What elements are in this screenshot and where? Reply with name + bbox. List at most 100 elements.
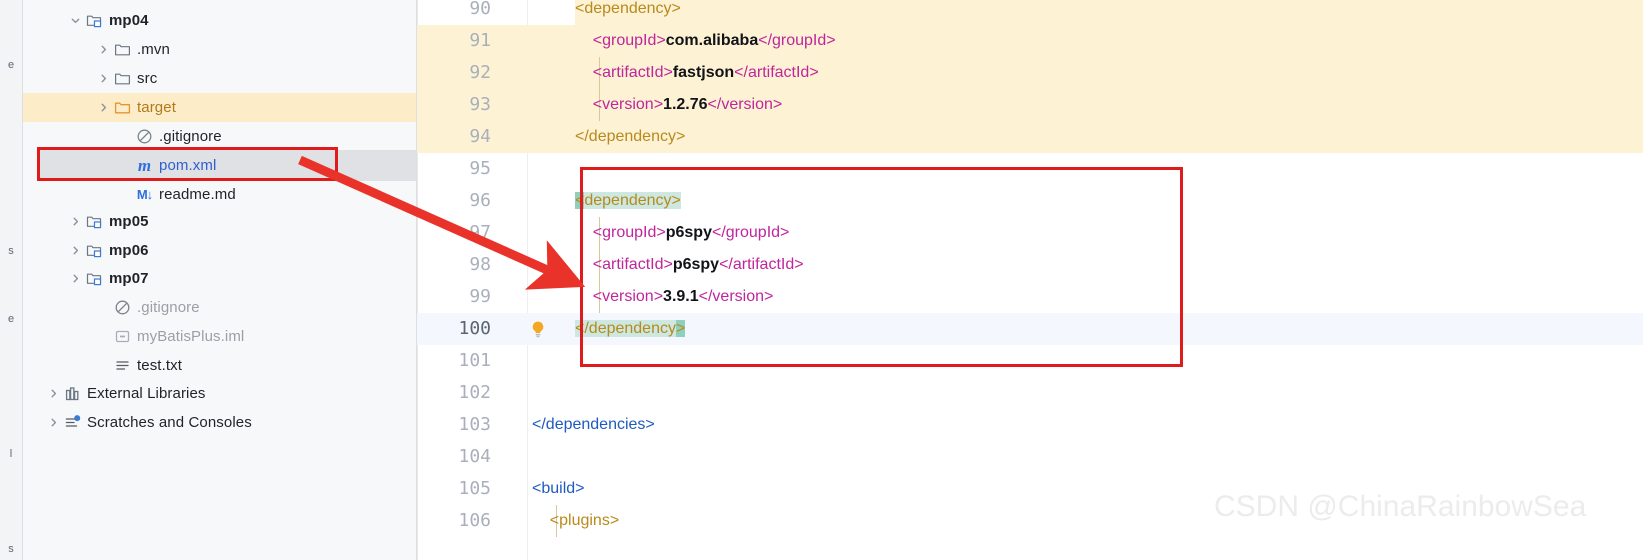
line-number: 104	[458, 446, 491, 467]
code-block-highlight	[575, 0, 1643, 25]
tree-item-label: target	[137, 99, 176, 116]
line-number: 106	[458, 510, 491, 531]
chevron-right-icon[interactable]	[69, 215, 82, 228]
twisty-placeholder	[97, 359, 110, 372]
tree-item-src[interactable]: src	[23, 64, 416, 93]
line-number: 101	[458, 350, 491, 371]
code-text[interactable]: <dependency>	[575, 0, 681, 25]
tool-strip-label[interactable]: l	[0, 449, 22, 460]
tree-item-label: mp05	[109, 213, 149, 230]
chevron-right-icon[interactable]	[69, 272, 82, 285]
tree-item-label: .mvn	[137, 41, 170, 58]
intention-bulb-icon[interactable]	[529, 320, 547, 338]
code-token: <plugins>	[532, 512, 620, 529]
chevron-right-icon[interactable]	[69, 244, 82, 257]
code-token: </dependency>	[575, 128, 686, 145]
code-token: <dependency>	[575, 0, 681, 17]
gitignore-icon	[114, 299, 131, 316]
code-token: fastjson	[672, 64, 735, 81]
tool-strip-label[interactable]: e	[0, 60, 22, 71]
tree-item-label: Scratches and Consoles	[87, 414, 252, 431]
tree-item-test-txt[interactable]: test.txt	[23, 351, 416, 380]
line-number: 102	[458, 382, 491, 403]
folder-icon	[114, 70, 131, 87]
tool-strip-label[interactable]: e	[0, 314, 22, 325]
line-number: 92	[469, 62, 491, 83]
code-token: <build>	[532, 480, 585, 497]
tree-item-mp05[interactable]: mp05	[23, 207, 416, 236]
module-folder-icon	[86, 270, 103, 287]
tool-strip-label[interactable]: s	[0, 246, 22, 257]
line-number: 93	[469, 94, 491, 115]
twisty-placeholder	[97, 330, 110, 343]
code-token: </dependencies>	[532, 416, 655, 433]
annotation-box-dependency	[580, 167, 1183, 367]
module-folder-icon	[86, 242, 103, 259]
twisty-placeholder	[97, 301, 110, 314]
library-icon	[64, 385, 81, 402]
chevron-right-icon[interactable]	[47, 416, 60, 429]
project-tree-panel[interactable]: mp04 .mvn src target .gitignore m pom.xml M↓ rea…	[23, 0, 417, 560]
chevron-right-icon[interactable]	[47, 387, 60, 400]
screenshot-root: e s e l s mp04 .mvn src target .gitignore m po…	[0, 0, 1643, 560]
code-text[interactable]: <version>1.2.76</version>	[575, 89, 782, 121]
line-number: 99	[469, 286, 491, 307]
tree-item-readme-md[interactable]: M↓ readme.md	[23, 180, 416, 209]
code-token: </version>	[707, 96, 783, 113]
tree-item-mp04[interactable]: mp04	[23, 6, 416, 35]
line-number: 98	[469, 254, 491, 275]
code-token: </artifactId>	[734, 64, 819, 81]
code-text[interactable]: <groupId>com.alibaba</groupId>	[575, 25, 836, 57]
code-text[interactable]: <plugins>	[532, 505, 619, 537]
text-file-icon	[114, 357, 131, 374]
tree-item-label: .gitignore	[137, 299, 200, 316]
csdn-watermark: CSDN @ChinaRainbowSea	[1214, 490, 1587, 523]
code-text[interactable]: <artifactId>fastjson</artifactId>	[575, 57, 819, 89]
tree-item-target[interactable]: target	[23, 93, 416, 122]
line-number: 95	[469, 158, 491, 179]
tree-item-label: mp06	[109, 242, 149, 259]
chevron-right-icon[interactable]	[97, 72, 110, 85]
code-text[interactable]: <build>	[532, 473, 585, 505]
annotation-box-pom-xml	[37, 147, 338, 181]
tree-item-scratches-and-consoles[interactable]: Scratches and Consoles	[23, 408, 416, 437]
tree-item-label: External Libraries	[87, 385, 206, 402]
tree-item-mybatisplus-iml[interactable]: myBatisPlus.iml	[23, 322, 416, 351]
iml-icon	[114, 328, 131, 345]
line-number: 96	[469, 190, 491, 211]
folder-orange-icon	[114, 99, 131, 116]
module-folder-icon	[86, 12, 103, 29]
folder-icon	[114, 41, 131, 58]
tree-item-mvn[interactable]: .mvn	[23, 35, 416, 64]
tool-strip-label[interactable]: s	[0, 544, 22, 555]
code-token: </groupId>	[758, 32, 836, 49]
scratches-icon	[64, 414, 81, 431]
code-text[interactable]: </dependency>	[575, 121, 685, 153]
chevron-down-icon[interactable]	[69, 14, 82, 27]
line-number: 100	[458, 318, 491, 339]
tree-item-mp07[interactable]: mp07	[23, 264, 416, 293]
tree-item-label: mp07	[109, 270, 149, 287]
module-folder-icon	[86, 213, 103, 230]
tool-window-strip[interactable]: e s e l s	[0, 0, 23, 560]
tree-item-gitignore-root[interactable]: .gitignore	[23, 293, 416, 322]
gitignore-icon	[136, 128, 153, 145]
code-token: <artifactId>	[575, 64, 673, 81]
markdown-icon: M↓	[136, 187, 153, 202]
code-text[interactable]: </dependencies>	[532, 409, 655, 441]
line-number: 97	[469, 222, 491, 243]
tree-item-external-libraries[interactable]: External Libraries	[23, 379, 416, 408]
line-number: 105	[458, 478, 491, 499]
twisty-placeholder	[119, 188, 132, 201]
tree-item-label: myBatisPlus.iml	[137, 328, 245, 345]
line-number: 103	[458, 414, 491, 435]
tree-item-label: mp04	[109, 12, 149, 29]
tree-item-label: .gitignore	[159, 128, 222, 145]
tree-item-mp06[interactable]: mp06	[23, 236, 416, 265]
chevron-right-icon[interactable]	[97, 101, 110, 114]
twisty-placeholder	[119, 130, 132, 143]
code-token: <version>	[575, 96, 664, 113]
line-number: 94	[469, 126, 491, 147]
tree-item-label: readme.md	[159, 186, 236, 203]
chevron-right-icon[interactable]	[97, 43, 110, 56]
